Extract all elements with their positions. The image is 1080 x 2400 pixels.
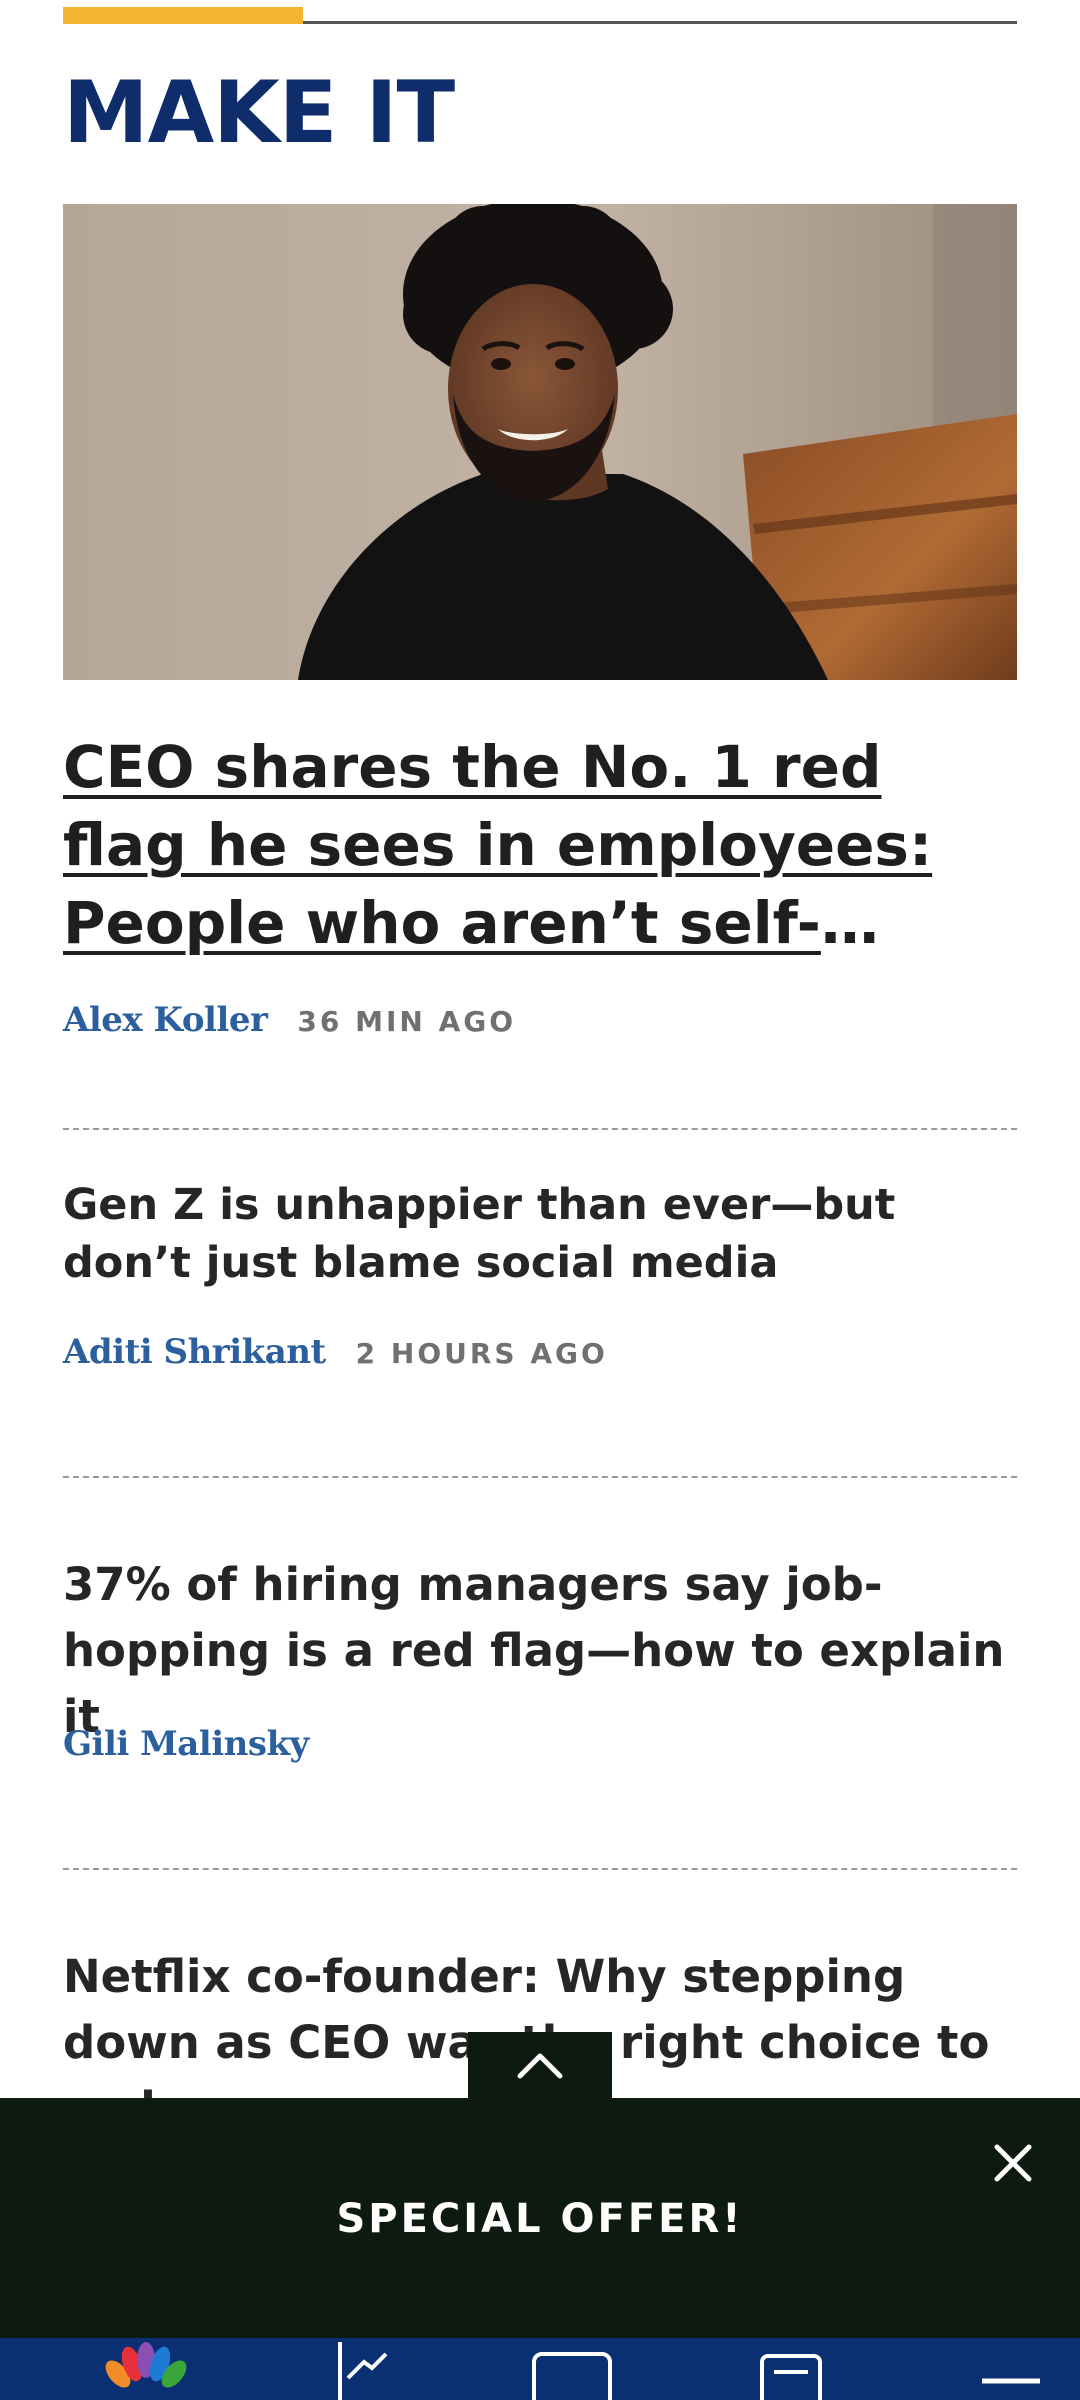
section-rule-accent: [63, 7, 303, 24]
section-rule-line: [303, 21, 1017, 24]
section-title[interactable]: MAKE IT: [63, 70, 455, 156]
nbc-peacock-icon: [105, 2342, 187, 2388]
story-headline-3[interactable]: 37% of hiring managers say job-hopping i…: [63, 1552, 1013, 1750]
close-icon: [994, 2144, 1032, 2182]
news-list-icon: [760, 2354, 822, 2400]
page: MAKE IT CEO shares the No. 1 red flag he…: [0, 0, 1080, 2400]
close-offer-button[interactable]: [986, 2136, 1040, 2190]
lead-story-headline[interactable]: CEO shares the No. 1 red flag he sees in…: [63, 728, 983, 964]
hero-image[interactable]: [63, 204, 1017, 680]
chevron-up-icon: [517, 2053, 563, 2079]
story-time-2: 2 HOURS AGO: [355, 1337, 608, 1370]
story-divider: [63, 1868, 1017, 1870]
lead-story-author[interactable]: Alex Koller: [63, 1000, 268, 1040]
back-to-top-button[interactable]: [468, 2032, 612, 2098]
story-divider: [63, 1476, 1017, 1478]
story-byline-3: Gili Malinsky: [63, 1724, 309, 1764]
story-author-3[interactable]: Gili Malinsky: [63, 1724, 309, 1764]
section-rule: [63, 7, 1017, 24]
story-byline-2: Aditi Shrikant 2 HOURS AGO: [63, 1332, 608, 1372]
nav-video[interactable]: [528, 2338, 618, 2400]
special-offer-label[interactable]: SPECIAL OFFER!: [0, 2196, 1080, 2242]
story-author-2[interactable]: Aditi Shrikant: [63, 1332, 326, 1372]
nav-home[interactable]: [96, 2338, 196, 2400]
nav-markets[interactable]: [330, 2338, 400, 2400]
markets-chart-icon: [338, 2342, 388, 2400]
menu-icon: [982, 2378, 1040, 2384]
nav-news[interactable]: [756, 2338, 826, 2400]
nav-menu[interactable]: [976, 2338, 1046, 2400]
special-offer-banner[interactable]: SPECIAL OFFER!: [0, 2098, 1080, 2338]
bottom-nav: [0, 2338, 1080, 2400]
lead-story-time: 36 MIN AGO: [297, 1005, 517, 1038]
story-divider: [63, 1128, 1017, 1130]
video-icon: [532, 2352, 612, 2400]
hero-photo-illustration: [63, 204, 1017, 680]
lead-story-byline: Alex Koller 36 MIN AGO: [63, 1000, 516, 1040]
story-headline-2[interactable]: Gen Z is unhappier than ever—but don’t j…: [63, 1176, 1013, 1292]
